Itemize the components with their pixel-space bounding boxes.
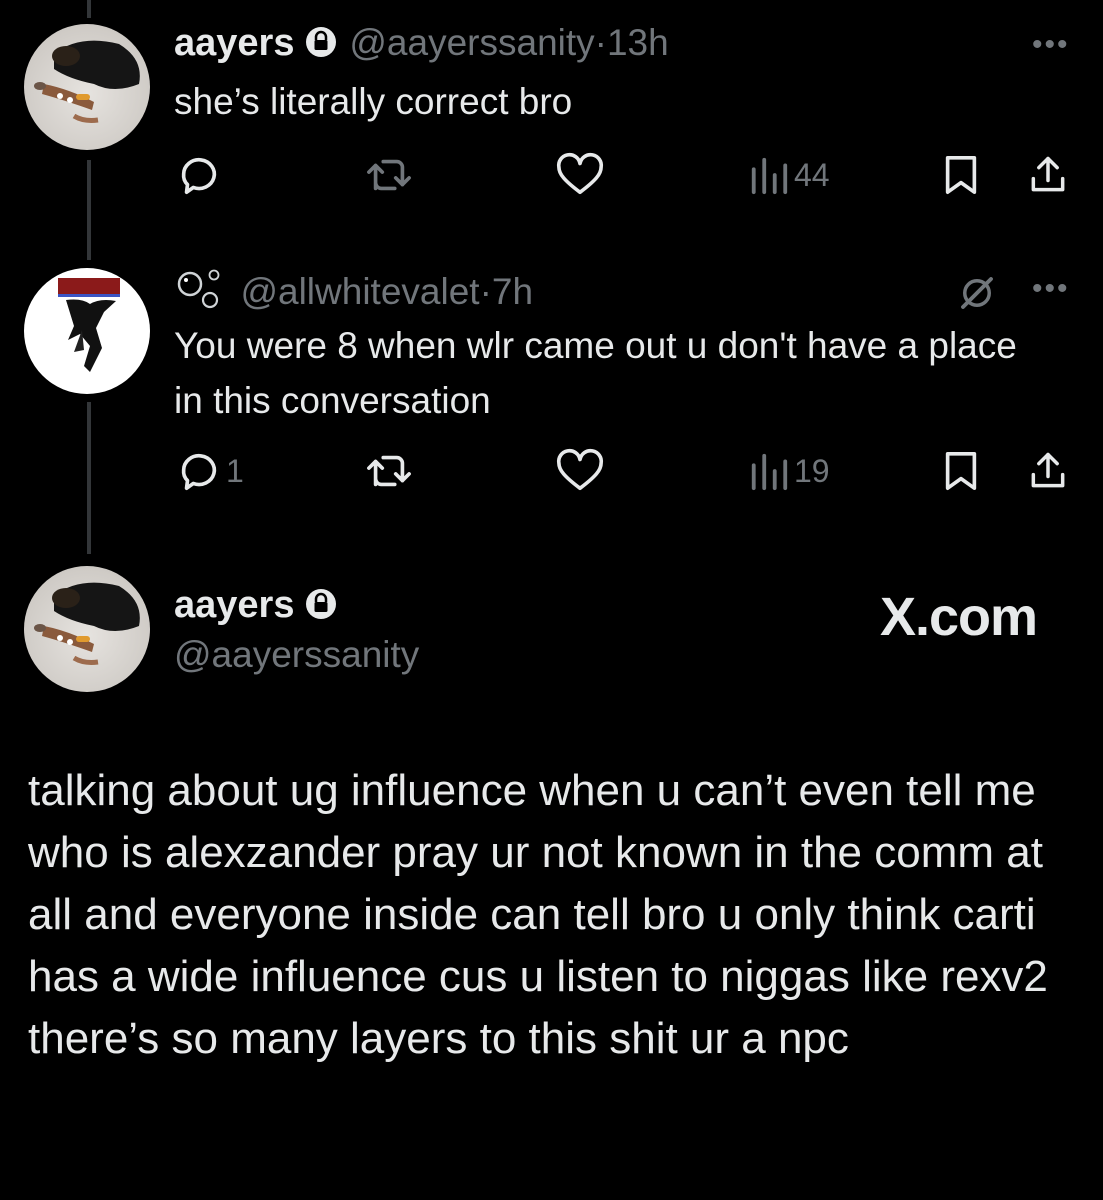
heart-icon [555,448,605,494]
bookmark-icon [940,152,982,198]
more-options-icon[interactable]: ••• [1032,272,1070,306]
separator: · [479,271,492,312]
views-icon [748,448,790,494]
reply-icon [176,448,222,494]
bookmark-icon [940,448,982,494]
avatar-figure-icon [58,278,120,372]
share-button[interactable] [1026,152,1070,198]
like-button[interactable] [555,152,605,198]
heart-icon [555,152,605,198]
tweet-text: You were 8 when wlr came out u don't hav… [174,325,1017,421]
bookmark-button[interactable] [940,152,982,198]
retweet-button[interactable] [364,448,414,494]
thread-line-top [87,0,91,18]
views-icon [748,152,790,198]
handle[interactable]: @aayerssanity [349,22,594,63]
tweet-actions: 44 [174,152,1074,202]
x-com-watermark: X.com [880,587,1038,647]
views-button[interactable]: 19 [748,448,830,494]
reply-button[interactable]: 1 [176,448,244,494]
lock-icon [305,25,337,64]
timestamp[interactable]: 7h [492,271,533,312]
display-name[interactable]: aayers [174,22,294,64]
avatar-photo-icon [34,582,140,665]
author-name-row: aayers [174,584,337,627]
retweet-icon [364,448,414,494]
share-icon [1026,152,1070,198]
tweet-actions: 1 19 [174,448,1074,498]
bookmark-button[interactable] [940,448,982,494]
bubbles-emoji-icon [174,266,226,315]
lock-icon [305,587,337,626]
views-count: 44 [794,156,830,193]
tweet-text: she’s literally correct bro [174,81,573,122]
reply-button[interactable] [176,152,228,198]
reply-count: 1 [226,452,244,489]
separator: · [594,22,607,63]
share-button[interactable] [1026,448,1070,494]
views-button[interactable]: 44 [748,152,830,198]
avatar-photo-icon [34,40,140,123]
timestamp[interactable]: 13h [607,22,669,63]
tweet-text: talking about ug influence when u can’t … [28,766,1048,1063]
thread-line-1 [87,160,91,260]
tweet-header: @allwhitevalet·7h [174,266,533,315]
like-button[interactable] [555,448,605,494]
share-icon [1026,448,1070,494]
more-options-icon[interactable]: ••• [1032,28,1070,62]
tweet-header: aayers @aayerssanity·13h [174,22,669,65]
handle[interactable]: @allwhitevalet [240,271,479,312]
thread-line-2 [87,402,91,554]
retweet-icon [364,152,414,198]
reply-icon [176,152,222,198]
avatar[interactable] [24,24,150,150]
avatar[interactable] [24,268,150,394]
views-count: 19 [794,452,830,489]
avatar[interactable] [24,566,150,692]
grok-icon[interactable] [956,272,998,319]
display-name[interactable]: aayers [174,584,294,626]
retweet-button[interactable] [364,152,414,198]
handle[interactable]: @aayerssanity [174,634,419,676]
